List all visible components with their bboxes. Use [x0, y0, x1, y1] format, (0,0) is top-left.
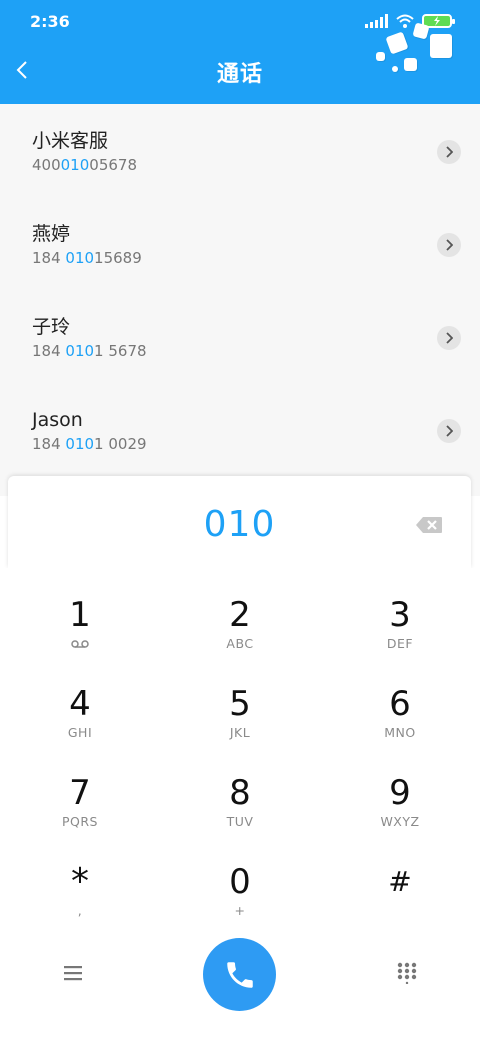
key-0[interactable]: 0 + — [160, 835, 320, 924]
key-star[interactable]: * , — [0, 835, 160, 924]
chevron-right-icon — [446, 332, 453, 344]
menu-icon — [64, 966, 82, 981]
contact-suggestions: 小米客服 40001005678 燕婷 184 01015689 子玲 184 … — [0, 104, 480, 496]
chevron-right-icon — [446, 146, 453, 158]
dial-input-panel: 010 — [8, 476, 471, 568]
contact-detail-button[interactable] — [437, 419, 461, 443]
phone-icon — [226, 961, 253, 988]
key-9[interactable]: 9 WXYZ — [320, 746, 480, 835]
key-2[interactable]: 2 ABC — [160, 568, 320, 657]
contact-name: 小米客服 — [32, 130, 109, 152]
cubes-illustration — [374, 22, 454, 80]
key-3[interactable]: 3 DEF — [320, 568, 480, 657]
dialpad-icon — [397, 962, 417, 985]
contact-number: 184 0101 0029 — [32, 435, 147, 453]
key-7[interactable]: 7 PQRS — [0, 746, 160, 835]
call-button[interactable] — [203, 938, 276, 1011]
dialpad-toggle-button[interactable] — [396, 962, 418, 985]
backspace-icon — [416, 517, 442, 533]
key-6[interactable]: 6 MNO — [320, 657, 480, 746]
key-1[interactable]: 1 — [0, 568, 160, 657]
key-4[interactable]: 4 GHI — [0, 657, 160, 746]
contact-item[interactable]: 子玲 184 0101 5678 — [0, 290, 480, 383]
contact-number: 184 01015689 — [32, 249, 142, 267]
contact-name: 子玲 — [32, 316, 71, 338]
contact-number: 184 0101 5678 — [32, 342, 147, 360]
voicemail-icon — [71, 640, 89, 648]
contact-name: 燕婷 — [32, 223, 71, 245]
key-8[interactable]: 8 TUV — [160, 746, 320, 835]
dialed-number[interactable]: 010 — [8, 504, 471, 545]
contact-number: 40001005678 — [32, 156, 137, 174]
app-header: 2:36 通话 — [0, 0, 480, 104]
backspace-button[interactable] — [415, 516, 443, 534]
contact-item[interactable]: Jason 184 0101 0029 — [0, 383, 480, 476]
contact-detail-button[interactable] — [437, 233, 461, 257]
chevron-right-icon — [446, 239, 453, 251]
status-time: 2:36 — [30, 12, 70, 31]
contact-detail-button[interactable] — [437, 140, 461, 164]
contact-item[interactable]: 燕婷 184 01015689 — [0, 197, 480, 290]
key-hash[interactable]: # — [320, 835, 480, 924]
contact-item[interactable]: 小米客服 40001005678 — [0, 104, 480, 197]
contact-name: Jason — [32, 409, 83, 431]
keypad: 1 2 ABC 3 DEF 4 GHI 5 JKL 6 MNO 7 PQRS 8… — [0, 568, 480, 1040]
key-5[interactable]: 5 JKL — [160, 657, 320, 746]
contact-detail-button[interactable] — [437, 326, 461, 350]
chevron-right-icon — [446, 425, 453, 437]
menu-button[interactable] — [60, 963, 86, 983]
